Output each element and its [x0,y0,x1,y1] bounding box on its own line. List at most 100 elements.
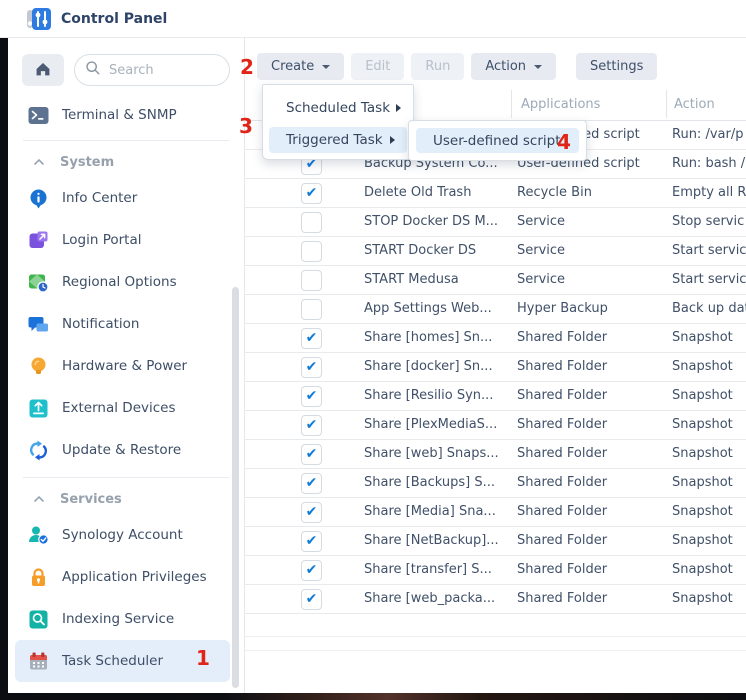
menu-item-scheduled-task[interactable]: Scheduled Task [263,95,413,121]
task-name-cell: Share [docker] Sn... [364,353,516,381]
home-icon [34,60,52,81]
applications-cell: Shared Folder [517,498,667,526]
task-name-cell: Share [NetBackup]... [364,527,516,555]
action-cell: Empty all R [672,179,746,207]
action-cell: Snapshot [672,440,746,468]
terminal-icon [28,105,49,126]
checkbox-checked[interactable]: ✔ [301,444,322,465]
checkbox-checked[interactable]: ✔ [301,589,322,610]
sidebar-item-login-portal[interactable]: Login Portal [8,219,244,261]
sidebar-item-info-center[interactable]: Info Center [8,177,244,219]
table-row[interactable]: ✔Share [Resilio Syn...Shared FolderSnaps… [245,382,746,411]
sidebar-section-services[interactable]: Services [8,484,244,514]
table-row[interactable]: ✔Share [docker] Sn...Shared FolderSnapsh… [245,353,746,382]
checkbox-checked[interactable]: ✔ [301,473,322,494]
table-row[interactable]: ✔Share [Backups] S...Shared FolderSnapsh… [245,469,746,498]
annotation-3: 3 [239,116,253,136]
checkbox-checked[interactable]: ✔ [301,328,322,349]
external-devices-icon [28,398,49,419]
annotation-4: 4 [557,132,571,152]
home-button[interactable] [22,54,64,86]
sidebar-item-regional-options[interactable]: Regional Options [8,261,244,303]
create-button[interactable]: Create [257,53,344,80]
action-cell: Snapshot [672,498,746,526]
sidebar-item-hardware-power[interactable]: Hardware & Power [8,345,244,387]
action-cell: Start servic [672,237,746,265]
caret-down-icon [322,65,330,69]
checkbox-unchecked[interactable] [301,270,322,291]
submenu-arrow-icon [390,136,395,144]
menu-item-label: Scheduled Task [286,100,390,116]
screen: Control Panel Terminal & SNMP System Info … [0,0,746,700]
edit-button: Edit [351,53,404,80]
checkbox-unchecked[interactable] [301,241,322,262]
regional-options-icon [28,272,49,293]
action-cell: Snapshot [672,324,746,352]
applications-cell: Recycle Bin [517,179,667,207]
sidebar-item-label: External Devices [62,400,176,416]
sidebar-item-notification[interactable]: Notification [8,303,244,345]
table-row[interactable]: App Settings Web...Hyper BackupBack up d… [245,295,746,324]
sidebar-item-external-devices[interactable]: External Devices [8,387,244,429]
settings-button[interactable]: Settings [576,53,657,80]
action-button[interactable]: Action [471,53,556,80]
checkbox-checked[interactable]: ✔ [301,415,322,436]
checkbox-checked[interactable]: ✔ [301,386,322,407]
task-name-cell: STOP Docker DS M... [364,208,516,236]
menu-item-label: Triggered Task [286,132,383,148]
sidebar-item-terminal-snmp[interactable]: Terminal & SNMP [8,96,244,134]
sidebar-divider [23,140,229,141]
column-header-action[interactable]: Action [674,88,715,121]
submenu-item-user-defined-script[interactable]: User-defined script [416,128,579,153]
sidebar-section-system[interactable]: System [8,147,244,177]
task-name-cell: START Medusa [364,266,516,294]
window-title: Control Panel [61,11,167,27]
sidebar-item-synology-account[interactable]: Synology Account [8,514,244,556]
update-restore-icon [28,440,49,461]
table-row[interactable]: ✔Share [NetBackup]...Shared FolderSnapsh… [245,527,746,556]
checkbox-unchecked[interactable] [301,299,322,320]
checkbox-checked[interactable]: ✔ [301,357,322,378]
task-name-cell: Share [Media] Sna... [364,498,516,526]
checkbox-unchecked[interactable] [301,212,322,233]
action-cell: Back up dat [672,295,746,323]
action-cell: Run: bash / [672,150,746,178]
annotation-1: 1 [196,648,210,668]
synology-account-icon [28,525,49,546]
sidebar-scrollbar[interactable] [232,287,239,688]
action-cell: Snapshot [672,382,746,410]
sidebar-section-label: System [60,155,114,170]
action-cell: Snapshot [672,411,746,439]
sidebar-item-update-restore[interactable]: Update & Restore [8,429,244,471]
submenu-item-label: User-defined script [433,133,561,149]
applications-cell: Shared Folder [517,324,667,352]
table-row[interactable]: ✔Share [transfer] S...Shared FolderSnaps… [245,556,746,585]
task-name-cell: App Settings Web... [364,295,516,323]
table-row[interactable]: ✔Share [PlexMediaS...Shared FolderSnapsh… [245,411,746,440]
table-row[interactable]: ✔Share [homes] Sn...Shared FolderSnapsho… [245,324,746,353]
table-row[interactable]: ✔Share [web_packa...Shared FolderSnapsho… [245,585,746,614]
search-box[interactable] [74,54,230,86]
column-separator [666,90,667,118]
table-row[interactable]: ✔ Share [Media] Sna...Shared FolderSnapsh… [245,498,746,527]
sidebar-item-label: Notification [62,316,139,332]
toolbar: CreateEditRunActionSettings [257,53,657,80]
table-row[interactable]: START Docker DSServiceStart servic [245,237,746,266]
checkbox-checked[interactable]: ✔ [301,531,322,552]
search-input[interactable] [109,63,219,78]
table-row[interactable]: STOP Docker DS M...ServiceStop servic [245,208,746,237]
applications-cell: Shared Folder [517,353,667,381]
table-row[interactable]: ✔Delete Old TrashRecycle BinEmpty all R [245,179,746,208]
button-label: Create [271,59,314,74]
checkbox-checked[interactable]: ✔ [301,560,322,581]
table-row[interactable]: START MedusaServiceStart servic [245,266,746,295]
sidebar-item-label: Synology Account [62,527,183,543]
task-name-cell: Share [transfer] S... [364,556,516,584]
column-header-applications[interactable]: Applications [521,88,600,121]
checkbox-checked[interactable]: ✔ [301,502,322,523]
sidebar-item-application-privileges[interactable]: Application Privileges [8,556,244,598]
sidebar-item-indexing-service[interactable]: Indexing Service [8,598,244,640]
checkbox-checked[interactable]: ✔ [301,183,322,204]
menu-item-triggered-task[interactable]: Triggered Task [269,127,407,153]
table-row[interactable]: ✔Share [web] Snaps...Shared FolderSnapsh… [245,440,746,469]
